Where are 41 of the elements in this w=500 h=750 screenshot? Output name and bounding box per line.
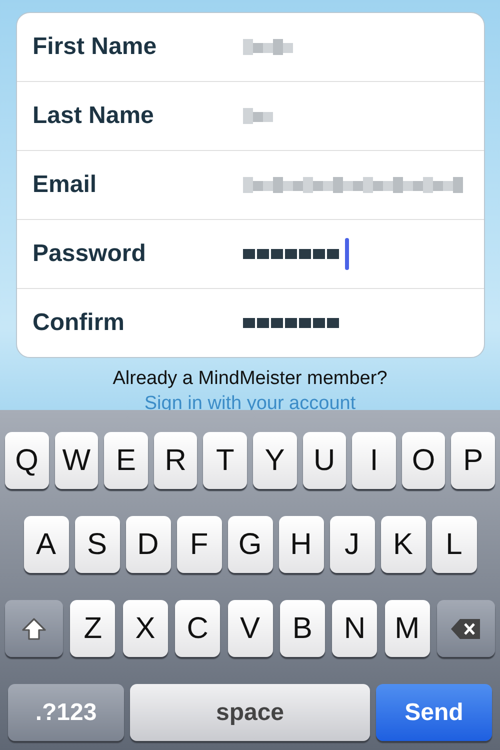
shift-key[interactable] (5, 600, 63, 657)
letter-key[interactable]: M (384, 600, 430, 657)
field-label: First Name (32, 33, 158, 61)
letter-key[interactable]: I (352, 432, 396, 489)
field-label: Confirm (32, 309, 126, 337)
letter-key[interactable]: K (380, 516, 426, 573)
letter-key[interactable]: H (278, 516, 324, 573)
letter-key[interactable]: D (126, 516, 170, 573)
shift-arrow-icon (21, 616, 47, 640)
pixelated-value (242, 108, 272, 124)
letter-key[interactable]: O (402, 432, 446, 489)
letter-key[interactable]: T (203, 432, 247, 489)
field-label: Email (32, 171, 98, 199)
letter-key[interactable]: J (330, 516, 374, 573)
letter-key[interactable]: F (176, 516, 222, 573)
send-key[interactable]: Send (376, 684, 492, 741)
letter-key[interactable]: C (175, 600, 220, 657)
letter-key[interactable]: B (280, 600, 325, 657)
text-cursor (344, 238, 348, 270)
letter-key[interactable]: R (154, 432, 198, 489)
letter-key[interactable]: L (432, 516, 476, 573)
letter-key[interactable]: X (122, 600, 168, 657)
letter-key[interactable]: Q (5, 432, 49, 489)
letter-key[interactable]: W (54, 432, 98, 489)
pixelated-value (242, 39, 292, 55)
letter-key[interactable]: U (302, 432, 346, 489)
letter-key[interactable]: P (451, 432, 495, 489)
letter-key[interactable]: Z (70, 600, 116, 657)
space-key[interactable]: space (130, 684, 370, 741)
delete-key[interactable] (437, 600, 495, 657)
letter-key[interactable]: A (24, 516, 68, 573)
field-label: Password (32, 240, 147, 268)
backspace-icon (450, 618, 482, 640)
letter-key[interactable]: V (228, 600, 272, 657)
field-label: Last Name (32, 102, 155, 130)
letter-key[interactable]: S (74, 516, 120, 573)
letter-key[interactable]: Y (253, 432, 297, 489)
member-prompt: Already a MindMeister member? (112, 368, 388, 390)
letter-key[interactable]: E (104, 432, 148, 489)
letter-key[interactable]: G (228, 516, 272, 573)
letter-key[interactable]: N (332, 600, 378, 657)
